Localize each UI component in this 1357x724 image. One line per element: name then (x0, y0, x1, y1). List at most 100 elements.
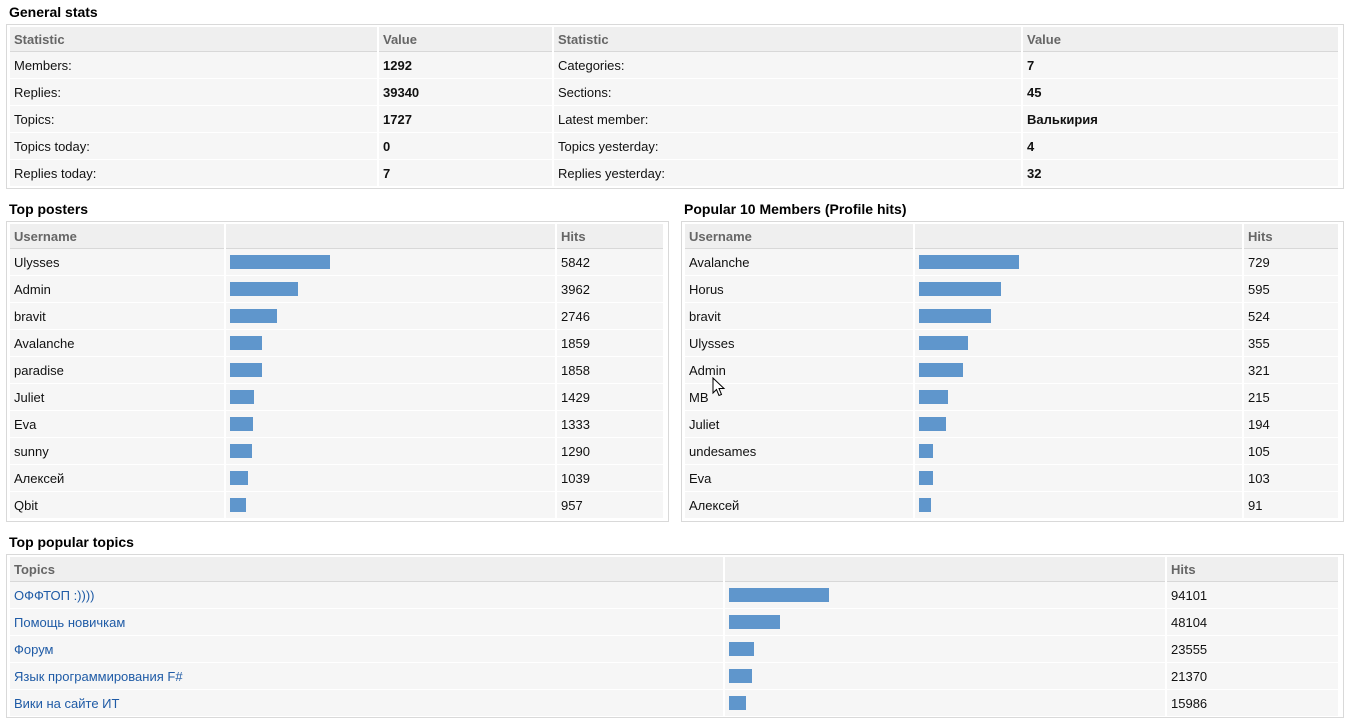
table-row: paradise 1858 (10, 356, 665, 384)
topic-link[interactable]: Язык программирования F# (14, 669, 183, 684)
column-header-bar (914, 224, 1244, 249)
topic-cell: Язык программирования F# (10, 662, 725, 690)
hits-bar (919, 444, 933, 458)
hits-bar (230, 282, 298, 296)
table-row: Язык программирования F# 21370 (10, 662, 1340, 690)
username: Avalanche (685, 248, 915, 276)
table-row: Juliet 194 (685, 410, 1340, 438)
username: Juliet (10, 383, 226, 411)
hits-bar (919, 282, 1001, 296)
column-header-bar (724, 557, 1167, 582)
popular-topics-title: Top popular topics (9, 534, 134, 550)
bar-cell (914, 383, 1244, 411)
username: bravit (10, 302, 226, 330)
hits-value: 94101 (1166, 581, 1340, 609)
table-row: Eva 103 (685, 464, 1340, 492)
hits-bar (230, 336, 262, 350)
username: Juliet (685, 410, 915, 438)
hits-value: 1290 (556, 437, 665, 465)
username: Ulysses (685, 329, 915, 357)
hits-value: 1333 (556, 410, 665, 438)
hits-bar (919, 417, 946, 431)
hits-value: 2746 (556, 302, 665, 330)
hits-bar (729, 642, 754, 656)
stat-label: Members: (10, 51, 379, 79)
hits-bar (230, 444, 252, 458)
username: Алексей (685, 491, 915, 519)
top-posters-panel: Username Hits Ulysses 5842 Admin 3962 bravit… (6, 221, 669, 522)
hits-bar (729, 669, 752, 683)
table-row: Вики на сайте ИТ 15986 (10, 689, 1340, 717)
popular-topics-header-row: Topics Hits (10, 557, 1340, 582)
hits-value: 15986 (1166, 689, 1340, 717)
column-header-value: Value (1022, 27, 1340, 52)
table-row: sunny 1290 (10, 437, 665, 465)
bar-cell (724, 581, 1167, 609)
username: Admin (10, 275, 226, 303)
table-row: Помощь новичкам 48104 (10, 608, 1340, 636)
username: Eva (10, 410, 226, 438)
bar-cell (225, 437, 557, 465)
table-row: bravit 2746 (10, 302, 665, 330)
hits-bar (919, 390, 948, 404)
column-header-username: Username (685, 224, 915, 249)
table-row: Алексей 91 (685, 491, 1340, 519)
hits-bar (230, 471, 248, 485)
bar-cell (914, 410, 1244, 438)
table-row: Qbit 957 (10, 491, 665, 519)
table-row: ОФФТОП :)))) 94101 (10, 581, 1340, 609)
hits-bar (919, 336, 968, 350)
hits-value: 91 (1243, 491, 1340, 519)
topic-link[interactable]: ОФФТОП :)))) (14, 588, 95, 603)
stat-value: 7 (378, 159, 554, 187)
hits-value: 1858 (556, 356, 665, 384)
popular-members-title: Popular 10 Members (Profile hits) (684, 201, 907, 217)
bar-cell (914, 302, 1244, 330)
bar-cell (225, 383, 557, 411)
hits-value: 1429 (556, 383, 665, 411)
column-header-hits: Hits (556, 224, 665, 249)
hits-bar (729, 588, 829, 602)
bar-cell (225, 302, 557, 330)
hits-bar (230, 417, 253, 431)
stat-label: Topics yesterday: (553, 132, 1023, 160)
table-row: Ulysses 5842 (10, 248, 665, 276)
username: Avalanche (10, 329, 226, 357)
hits-bar (919, 363, 963, 377)
username: sunny (10, 437, 226, 465)
bar-cell (225, 491, 557, 519)
stat-value: 39340 (378, 78, 554, 106)
table-row: Admin 3962 (10, 275, 665, 303)
stat-value: 1727 (378, 105, 554, 133)
hits-value: 215 (1243, 383, 1340, 411)
username: bravit (685, 302, 915, 330)
bar-cell (914, 491, 1244, 519)
hits-value: 48104 (1166, 608, 1340, 636)
stat-label: Topics today: (10, 132, 379, 160)
hits-bar (919, 255, 1019, 269)
hits-value: 21370 (1166, 662, 1340, 690)
bar-cell (225, 248, 557, 276)
general-stats-table: Statistic Value Statistic Value Members:… (10, 27, 1340, 187)
topic-link[interactable]: Форум (14, 642, 54, 657)
bar-cell (225, 464, 557, 492)
table-row: Алексей 1039 (10, 464, 665, 492)
top-posters-header-row: Username Hits (10, 224, 665, 249)
bar-cell (225, 356, 557, 384)
table-row: Topics: 1727 Latest member: Валькирия (10, 105, 1340, 133)
hits-bar (230, 390, 254, 404)
topic-link[interactable]: Вики на сайте ИТ (14, 696, 119, 711)
table-row: Ulysses 355 (685, 329, 1340, 357)
stat-value: 32 (1022, 159, 1340, 187)
table-row: Admin 321 (685, 356, 1340, 384)
topic-cell: ОФФТОП :)))) (10, 581, 725, 609)
topic-link[interactable]: Помощь новичкам (14, 615, 125, 630)
hits-bar (729, 696, 746, 710)
stat-value: 7 (1022, 51, 1340, 79)
stat-label: Replies: (10, 78, 379, 106)
table-row: Juliet 1429 (10, 383, 665, 411)
column-header-hits: Hits (1166, 557, 1340, 582)
bar-cell (225, 275, 557, 303)
column-header-bar (225, 224, 557, 249)
hits-value: 595 (1243, 275, 1340, 303)
